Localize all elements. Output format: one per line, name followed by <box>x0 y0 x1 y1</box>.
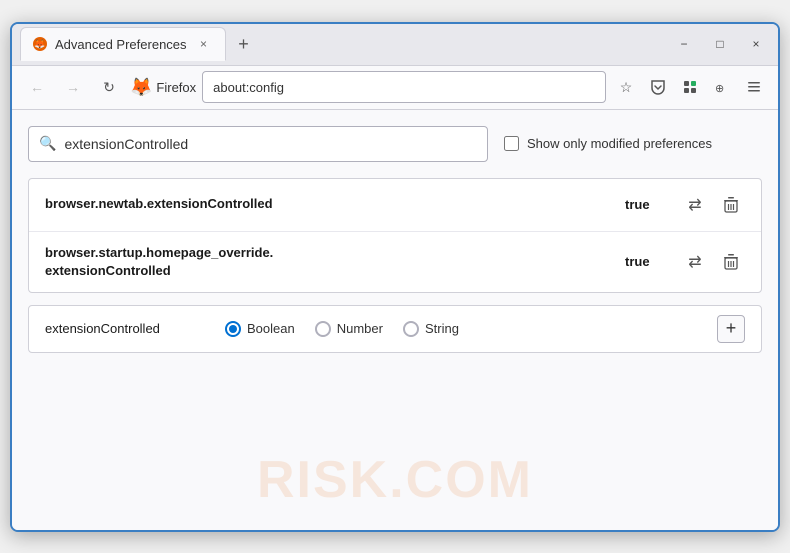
show-modified-label[interactable]: Show only modified preferences <box>504 136 712 151</box>
window-close-button[interactable]: × <box>742 34 770 54</box>
pocket-icon[interactable] <box>644 73 672 101</box>
reset-button-2[interactable]: ⇄ <box>681 248 709 276</box>
radio-string-circle <box>403 321 419 337</box>
new-tab-button[interactable]: + <box>230 30 258 58</box>
active-tab[interactable]: 🦊 Advanced Preferences × <box>20 27 226 61</box>
radio-number-circle <box>315 321 331 337</box>
radio-string-label: String <box>425 321 459 336</box>
radio-boolean-circle <box>225 321 241 337</box>
trash-icon-1 <box>723 196 739 214</box>
forward-button[interactable]: → <box>58 72 88 102</box>
radio-boolean-label: Boolean <box>247 321 295 336</box>
url-text: about:config <box>213 80 284 95</box>
address-bar[interactable]: about:config <box>202 71 606 103</box>
bookmark-icon[interactable]: ☆ <box>612 73 640 101</box>
show-modified-text: Show only modified preferences <box>527 136 712 151</box>
tab-title: Advanced Preferences <box>55 37 187 52</box>
action-icons-1: ⇄ <box>681 191 745 219</box>
radio-number[interactable]: Number <box>315 321 383 337</box>
search-container: 🔍 <box>28 126 488 162</box>
reset-icon-1: ⇄ <box>688 195 701 215</box>
back-button[interactable]: ← <box>22 72 52 102</box>
delete-button-2[interactable] <box>717 248 745 276</box>
content-area: RISK.COM 🔍 Show only modified preference… <box>12 110 778 530</box>
tab-close-button[interactable]: × <box>195 35 213 53</box>
action-icons-2: ⇄ <box>681 248 745 276</box>
radio-boolean[interactable]: Boolean <box>225 321 295 337</box>
tab-bar: 🦊 Advanced Preferences × + <box>20 27 658 61</box>
pref-name-1: browser.newtab.extensionControlled <box>45 195 625 213</box>
minimize-button[interactable]: − <box>670 34 698 54</box>
show-modified-checkbox[interactable] <box>504 136 519 151</box>
trash-icon-2 <box>723 253 739 271</box>
pref-name-2: browser.startup.homepage_override. exten… <box>45 244 625 280</box>
browser-window: 🦊 Advanced Preferences × + − □ × ← → ↻ 🦊… <box>10 22 780 532</box>
pref-value-2: true <box>625 254 665 269</box>
title-bar: 🦊 Advanced Preferences × + − □ × <box>12 24 778 66</box>
table-row: browser.newtab.extensionControlled true … <box>29 179 761 232</box>
new-pref-name: extensionControlled <box>45 321 205 336</box>
search-icon: 🔍 <box>39 135 56 152</box>
watermark: RISK.COM <box>257 450 533 510</box>
results-table: browser.newtab.extensionControlled true … <box>28 178 762 293</box>
radio-string[interactable]: String <box>403 321 459 337</box>
type-radio-group: Boolean Number String <box>225 321 459 337</box>
search-bar: 🔍 Show only modified preferences <box>28 126 762 162</box>
search-input[interactable] <box>64 136 477 152</box>
pref-value-1: true <box>625 197 665 212</box>
table-row: browser.startup.homepage_override. exten… <box>29 232 761 292</box>
reset-button-1[interactable]: ⇄ <box>681 191 709 219</box>
delete-button-1[interactable] <box>717 191 745 219</box>
firefox-label: Firefox <box>156 80 196 95</box>
add-pref-button[interactable]: + <box>717 315 745 343</box>
translate-icon[interactable]: ⊕ <box>708 73 736 101</box>
svg-text:⊕: ⊕ <box>715 83 724 95</box>
menu-icon[interactable] <box>740 73 768 101</box>
reset-icon-2: ⇄ <box>688 252 701 272</box>
maximize-button[interactable]: □ <box>706 34 734 54</box>
nav-bar: ← → ↻ 🦊 Firefox about:config ☆ ⊕ <box>12 66 778 110</box>
window-controls: − □ × <box>670 34 770 54</box>
add-pref-row: extensionControlled Boolean Number Strin… <box>28 305 762 353</box>
radio-number-label: Number <box>337 321 383 336</box>
extension-icon[interactable] <box>676 73 704 101</box>
reload-button[interactable]: ↻ <box>94 72 124 102</box>
firefox-brand: 🦊 Firefox <box>130 77 196 98</box>
nav-icons: ☆ ⊕ <box>612 73 768 101</box>
tab-favicon: 🦊 <box>33 37 47 51</box>
